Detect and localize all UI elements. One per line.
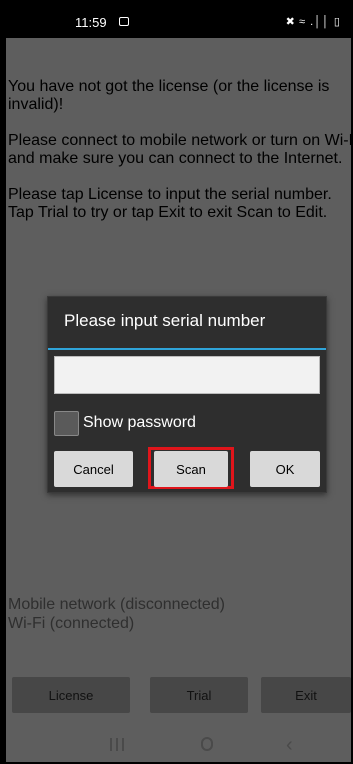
back-icon[interactable]: ‹ (286, 734, 293, 757)
home-icon[interactable] (201, 737, 213, 751)
bottom-button-bar: License Trial Exit (6, 676, 351, 724)
gallery-notification-icon (119, 17, 129, 26)
show-password-row[interactable]: Show password (54, 410, 196, 436)
dialog-title: Please input serial number (64, 311, 266, 330)
ok-button[interactable]: OK (250, 451, 320, 487)
status-bar: 11:59 ✖ ≈ .││ ▯ (6, 6, 351, 38)
license-message: You have not got the license (or the lic… (8, 78, 351, 240)
show-password-label[interactable]: Show password (83, 414, 196, 432)
trial-button[interactable]: Trial (150, 677, 248, 713)
license-button[interactable]: License (12, 677, 130, 713)
show-password-checkbox[interactable] (54, 410, 79, 436)
system-nav-bar: ‹ (6, 724, 351, 762)
cancel-button[interactable]: Cancel (54, 451, 133, 487)
signal-wifi-battery-icons: ✖ ≈ .││ ▯ (285, 16, 341, 28)
connect-network-text: Please connect to mobile network or turn… (8, 132, 351, 167)
phone-screen: 11:59 ✖ ≈ .││ ▯ You have not got the lic… (6, 6, 351, 762)
network-status: Mobile network (disconnected) Wi-Fi (con… (8, 595, 225, 633)
exit-button[interactable]: Exit (261, 677, 351, 713)
scan-button[interactable]: Scan (154, 451, 228, 487)
tap-license-text: Please tap License to input the serial n… (8, 186, 332, 221)
serial-number-dialog: Please input serial number Show password… (47, 296, 327, 493)
recent-apps-icon[interactable] (110, 738, 124, 751)
serial-number-input[interactable] (54, 356, 320, 394)
license-invalid-text: You have not got the license (or the lic… (8, 78, 330, 113)
wifi-status: Wi-Fi (connected) (8, 615, 135, 632)
status-time: 11:59 (75, 15, 107, 30)
dialog-divider (48, 348, 326, 350)
mobile-network-status: Mobile network (disconnected) (8, 596, 225, 613)
